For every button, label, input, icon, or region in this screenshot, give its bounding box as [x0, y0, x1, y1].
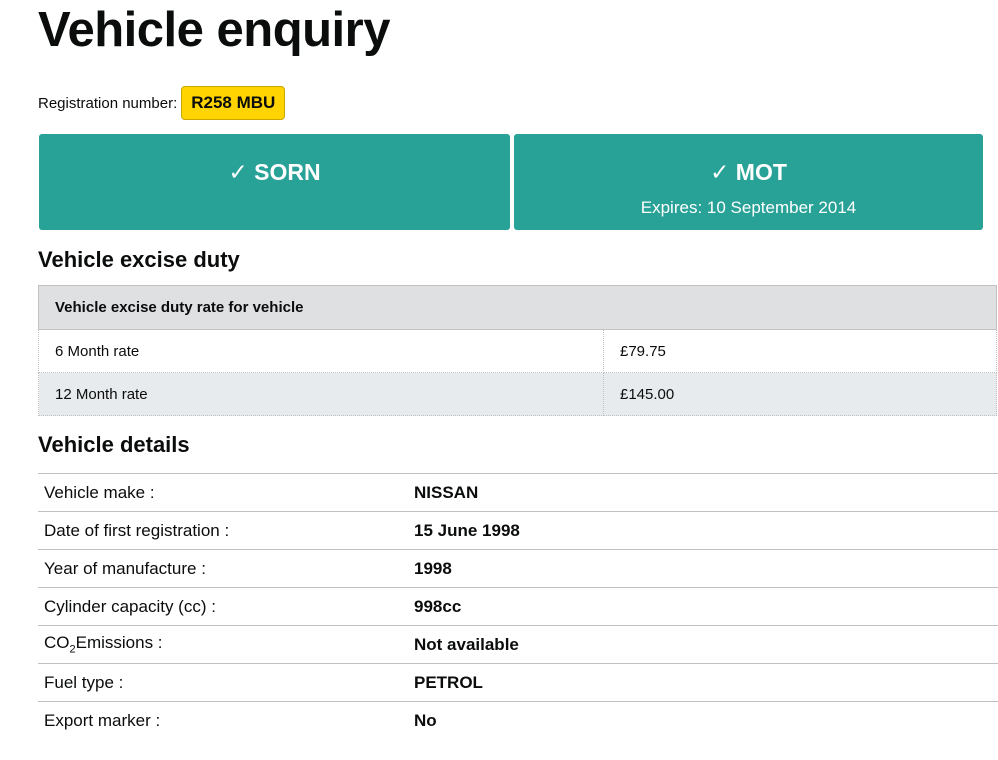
mot-status-heading: ✓ MOT	[514, 158, 983, 186]
emissions-suffix: Emissions :	[75, 633, 163, 653]
rate-value: £145.00	[603, 372, 997, 416]
detail-label: Date of first registration :	[38, 511, 402, 550]
vehicle-enquiry-page: Vehicle enquiry Registration number: R25…	[0, 0, 998, 760]
sorn-status-heading: ✓ SORN	[39, 158, 510, 186]
mot-status-label: MOT	[735, 159, 787, 185]
mot-status-panel: ✓ MOT Expires: 10 September 2014	[514, 134, 983, 230]
sorn-status-panel: ✓ SORN	[39, 134, 510, 230]
registration-label: Registration number:	[38, 94, 178, 112]
detail-label: Export marker :	[38, 701, 402, 739]
check-icon: ✓	[228, 159, 248, 185]
table-row: Fuel type : PETROL	[38, 663, 998, 702]
detail-value: 15 June 1998	[402, 511, 998, 550]
excise-duty-table-header: Vehicle excise duty rate for vehicle	[38, 285, 997, 330]
vehicle-details-heading: Vehicle details	[38, 432, 190, 457]
excise-duty-heading: Vehicle excise duty	[38, 247, 240, 272]
table-row: Cylinder capacity (cc) : 998cc	[38, 587, 998, 626]
table-row: 6 Month rate £79.75	[38, 329, 997, 373]
excise-duty-table: Vehicle excise duty rate for vehicle 6 M…	[38, 285, 997, 416]
table-header-row: Vehicle excise duty rate for vehicle	[38, 285, 997, 330]
mot-expiry-text: Expires: 10 September 2014	[640, 198, 857, 217]
registration-plate: R258 MBU	[181, 86, 286, 120]
table-row: Year of manufacture : 1998	[38, 549, 998, 588]
detail-label: Cylinder capacity (cc) :	[38, 587, 402, 626]
detail-label: Fuel type :	[38, 663, 402, 702]
vehicle-details-table: Vehicle make : NISSAN Date of first regi…	[38, 473, 998, 739]
detail-label: Vehicle make :	[38, 473, 402, 512]
table-row: Vehicle make : NISSAN	[38, 473, 998, 512]
check-icon: ✓	[710, 159, 730, 185]
sorn-status-label: SORN	[254, 159, 321, 185]
detail-value: 998cc	[402, 587, 998, 626]
table-row: 12 Month rate £145.00	[38, 372, 997, 416]
table-row: CO2Emissions : Not available	[38, 625, 998, 664]
detail-value: No	[402, 701, 998, 739]
co2-prefix: CO	[44, 633, 70, 653]
rate-label: 6 Month rate	[38, 329, 604, 373]
registration-row: Registration number: R258 MBU	[38, 86, 286, 120]
rate-label: 12 Month rate	[38, 372, 604, 416]
detail-value: 1998	[402, 549, 998, 588]
detail-value: NISSAN	[402, 473, 998, 512]
table-row: Export marker : No	[38, 701, 998, 739]
page-title: Vehicle enquiry	[38, 3, 391, 57]
rate-value: £79.75	[603, 329, 997, 373]
detail-value: PETROL	[402, 663, 998, 702]
detail-label: CO2Emissions :	[38, 625, 402, 664]
detail-label: Year of manufacture :	[38, 549, 402, 588]
detail-value: Not available	[402, 625, 998, 664]
table-row: Date of first registration : 15 June 199…	[38, 511, 998, 550]
